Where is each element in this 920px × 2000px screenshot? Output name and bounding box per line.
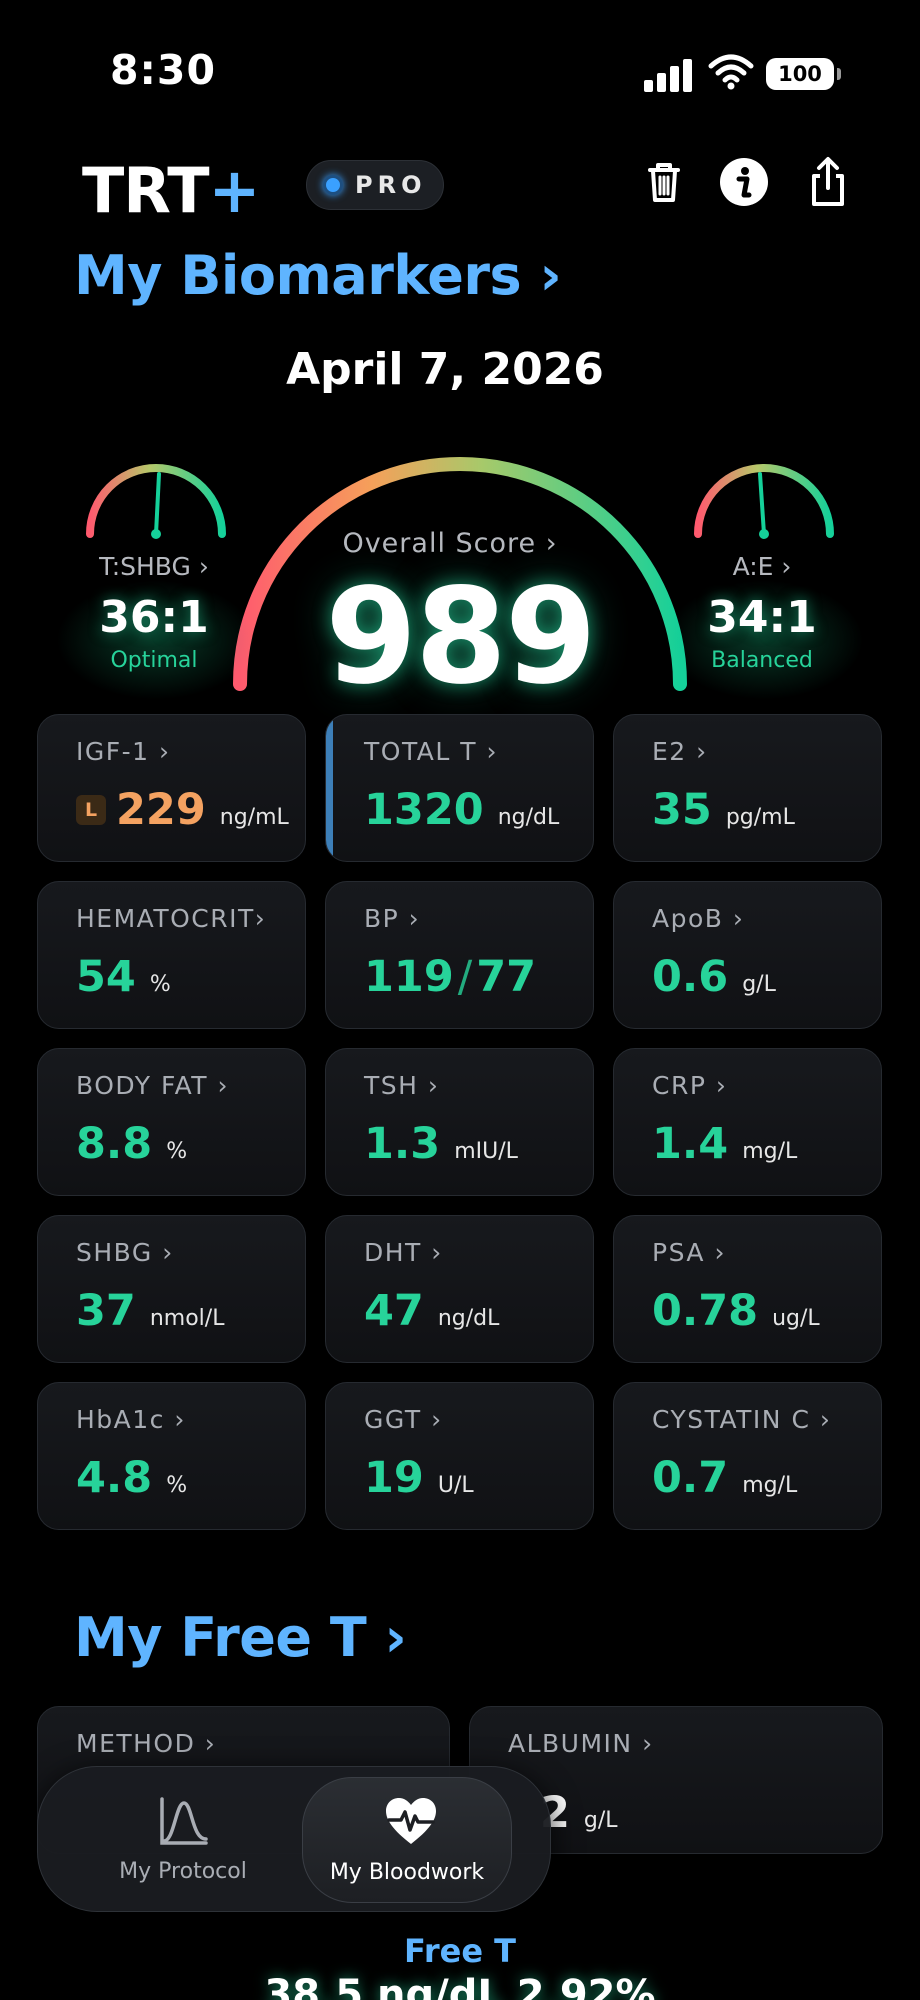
overall-score-label[interactable]: Overall Score › bbox=[300, 528, 600, 559]
biomarker-card-ggt[interactable]: GGT › 19 U/L bbox=[325, 1382, 594, 1530]
app-logo: TRT+ bbox=[82, 154, 260, 227]
biomarker-card-igf1[interactable]: IGF-1 › L 229 ng/mL bbox=[37, 714, 306, 862]
biomarker-card-body-fat[interactable]: BODY FAT › 8.8% bbox=[37, 1048, 306, 1196]
curve-icon bbox=[160, 1797, 208, 1845]
cellular-signal-icon bbox=[644, 58, 694, 92]
biomarker-card-psa[interactable]: PSA › 0.78 ug/L bbox=[613, 1215, 882, 1363]
battery-indicator: 100 bbox=[766, 58, 841, 90]
report-date: April 7, 2026 bbox=[286, 344, 604, 395]
share-icon[interactable] bbox=[800, 154, 856, 210]
albumin-value: 2 g/L bbox=[540, 1788, 618, 1838]
biomarker-card-shbg[interactable]: SHBG › 37 nmol/L bbox=[37, 1215, 306, 1363]
biomarker-card-tsh[interactable]: TSH › 1.3 mIU/L bbox=[325, 1048, 594, 1196]
status-time: 8:30 bbox=[110, 46, 216, 94]
biomarker-card-dht[interactable]: DHT › 47 ng/dL bbox=[325, 1215, 594, 1363]
wifi-icon bbox=[708, 54, 754, 90]
biomarker-card-cystatin-c[interactable]: CYSTATIN C › 0.7 mg/L bbox=[613, 1382, 882, 1530]
biomarker-card-apob[interactable]: ApoB › 0.6 g/L bbox=[613, 881, 882, 1029]
biomarker-card-crp[interactable]: CRP › 1.4 mg/L bbox=[613, 1048, 882, 1196]
tshbg-label[interactable]: T:SHBG › bbox=[64, 552, 244, 581]
ae-status: Balanced bbox=[711, 648, 813, 673]
pro-badge[interactable]: PRO bbox=[306, 160, 444, 210]
biomarker-card-e2[interactable]: E2 › 35 pg/mL bbox=[613, 714, 882, 862]
biomarker-card-bp[interactable]: BP › 119/77 bbox=[325, 881, 594, 1029]
app-header: TRT+ PRO bbox=[0, 140, 920, 250]
overall-score-value: 989 bbox=[325, 560, 597, 714]
low-flag-badge: L bbox=[76, 795, 106, 825]
biomarker-card-hematocrit[interactable]: HEMATOCRIT› 54% bbox=[37, 881, 306, 1029]
trash-icon[interactable] bbox=[636, 154, 692, 210]
tab-my-bloodwork[interactable]: My Bloodwork bbox=[302, 1777, 512, 1903]
info-icon[interactable] bbox=[716, 154, 772, 210]
tshbg-status: Optimal bbox=[110, 648, 198, 673]
ae-label[interactable]: A:E › bbox=[672, 552, 852, 581]
my-biomarkers-link[interactable]: My Biomarkers › bbox=[74, 244, 562, 307]
tshbg-needle bbox=[154, 472, 161, 536]
tshbg-value: 36:1 bbox=[99, 592, 209, 643]
free-t-result-label: Free T bbox=[404, 1932, 516, 1970]
biomarker-card-hba1c[interactable]: HbA1c › 4.8% bbox=[37, 1382, 306, 1530]
pro-dot-icon bbox=[323, 175, 343, 195]
heart-pulse-icon bbox=[386, 1798, 436, 1844]
my-free-t-link[interactable]: My Free T › bbox=[74, 1606, 407, 1669]
tab-my-protocol[interactable]: My Protocol bbox=[78, 1777, 288, 1903]
ae-value: 34:1 bbox=[707, 592, 817, 643]
status-bar: 8:30 100 bbox=[0, 0, 920, 140]
bottom-tab-bar: My Protocol My Bloodwork bbox=[37, 1766, 551, 1912]
free-t-result-value: 38.5 ng/dL 2.92% bbox=[264, 1972, 656, 2000]
ae-needle bbox=[758, 472, 766, 536]
biomarker-card-total-t[interactable]: TOTAL T › 1320 ng/dL bbox=[325, 714, 594, 862]
